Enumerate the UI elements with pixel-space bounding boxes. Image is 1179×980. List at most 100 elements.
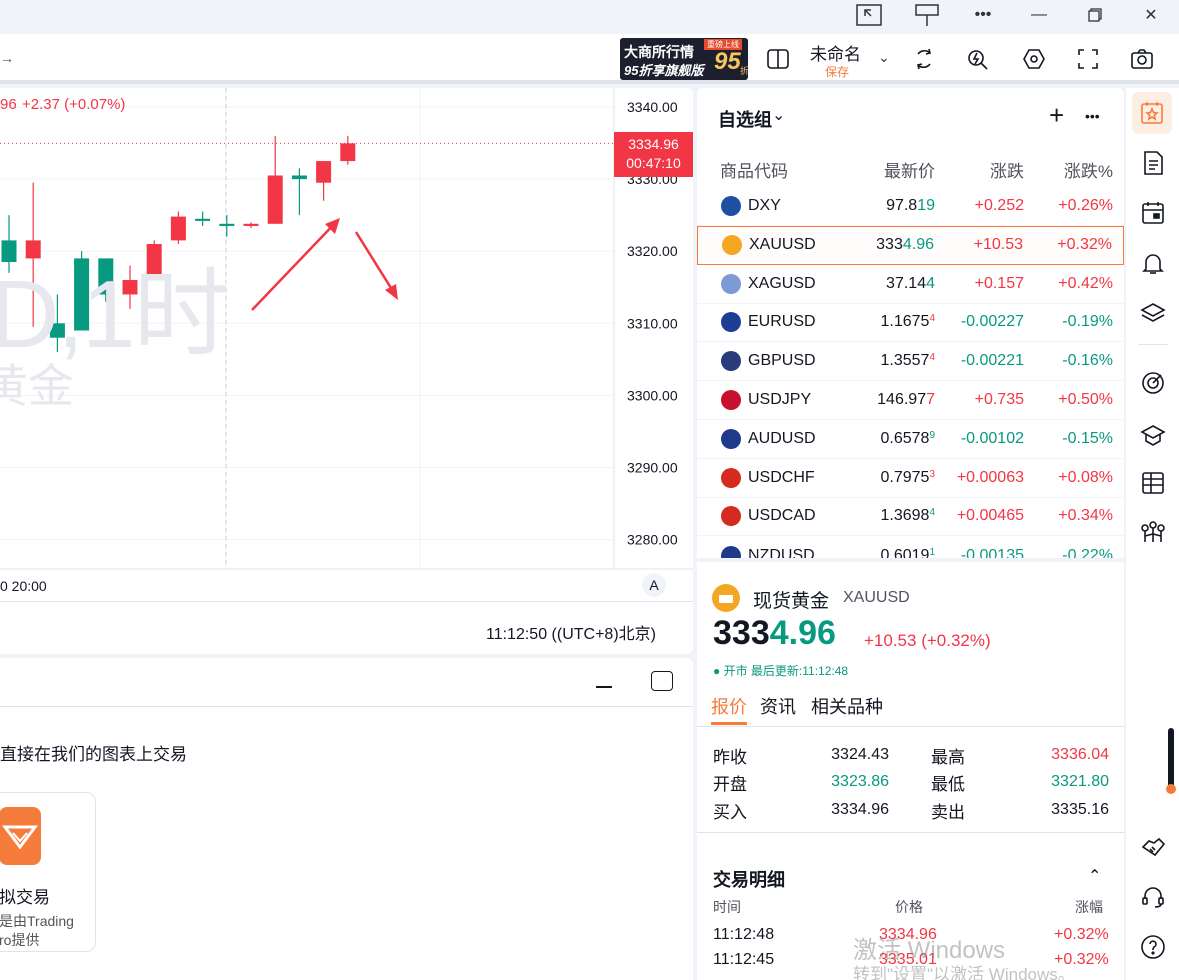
prev-close-value: 3324.43: [831, 746, 889, 763]
layers-icon[interactable]: [1126, 294, 1179, 332]
calendar-icon[interactable]: [1126, 194, 1179, 232]
trade-time: 11:12:45: [713, 951, 775, 968]
promo-banner[interactable]: 大商所行情 95折享旗舰版 重磅上线 95 折: [620, 38, 748, 80]
data-window-icon[interactable]: [1126, 464, 1179, 502]
gold-icon: [712, 584, 740, 612]
watchlist-row[interactable]: NZDUSD 0.60191 -0.00135 -0.22%: [697, 536, 1124, 558]
restore-layout-icon[interactable]: [846, 0, 892, 30]
watchlist-row[interactable]: GBPUSD 1.35574 -0.00221 -0.16%: [697, 342, 1124, 382]
symbol-detail-panel: 现货黄金 XAUUSD 3334.96 +10.53 (+0.32%) ● 开市…: [697, 562, 1124, 980]
watchlist-sidebar-button[interactable]: [1132, 92, 1172, 134]
maximize-panel-icon[interactable]: [651, 671, 673, 691]
divider: [1138, 344, 1168, 345]
support-icon[interactable]: [1126, 878, 1179, 916]
watchlist-row[interactable]: USDJPY 146.977 +0.735 +0.50%: [697, 381, 1124, 420]
watchlist-row[interactable]: USDCHF 0.79753 +0.00063 +0.08%: [697, 459, 1124, 498]
clock[interactable]: 11:12:50 ((UTC+8)北京): [486, 620, 656, 644]
minimize-panel-icon[interactable]: [596, 686, 612, 688]
add-symbol-icon[interactable]: +: [1049, 100, 1064, 131]
high-value: 3336.04: [1051, 746, 1109, 763]
more-icon[interactable]: •••: [1085, 108, 1100, 124]
target-icon[interactable]: [1126, 364, 1179, 402]
chevron-down-icon[interactable]: ⌄: [878, 49, 890, 66]
trades-header-change: 涨幅: [1075, 899, 1103, 915]
split-layout-icon[interactable]: [758, 34, 798, 84]
row-symbol: DXY: [748, 197, 781, 214]
settings-icon[interactable]: [1014, 34, 1054, 84]
tab-news[interactable]: 资讯: [760, 693, 796, 719]
row-change-pct: -0.22%: [1062, 546, 1113, 558]
pin-icon[interactable]: [904, 0, 950, 30]
flag-icon: [721, 273, 741, 294]
detail-symbol: XAUUSD: [843, 589, 910, 606]
paper-trading-logo: [0, 807, 41, 865]
maximize-icon[interactable]: [1072, 0, 1118, 30]
help-icon[interactable]: [1126, 928, 1179, 966]
row-change: +0.00063: [956, 468, 1024, 486]
tab-quote[interactable]: 报价: [711, 693, 747, 719]
auto-scale-button[interactable]: A: [642, 573, 666, 597]
chart-panel[interactable]: 3340.00 3330.00 3320.00 3310.00 3300.00 3290.…: [0, 88, 693, 654]
row-last: 1.36984: [880, 507, 936, 525]
col-header-change[interactable]: 涨跌: [990, 157, 1024, 182]
row-symbol: USDCHF: [748, 468, 815, 486]
alerts-icon[interactable]: [1126, 244, 1179, 282]
save-label[interactable]: 保存: [825, 63, 849, 80]
more-icon[interactable]: •••: [960, 0, 1006, 30]
trading-panel: 直接在我们的图表上交易 拟交易 是由Trading ro提供: [0, 658, 693, 980]
watchlist-row[interactable]: DXY 97.819 +0.252 +0.26%: [697, 187, 1124, 226]
watchlist-row[interactable]: AUDUSD 0.65789 -0.00102 -0.15%: [697, 420, 1124, 459]
card-line1: 是由Trading: [0, 913, 74, 929]
layout-name[interactable]: 未命名: [810, 40, 861, 65]
detail-name: 现货黄金: [753, 591, 830, 612]
handshake-icon[interactable]: [1126, 828, 1179, 866]
chevron-up-icon[interactable]: ⌃: [1088, 866, 1101, 886]
high-label: 最高: [931, 748, 965, 767]
trades-header-price: 价格: [895, 899, 923, 915]
watchlist-group[interactable]: 自选组: [718, 106, 772, 132]
chevron-down-icon[interactable]: ⌄: [772, 105, 785, 125]
fullscreen-icon[interactable]: [1068, 34, 1108, 84]
paper-trading-card[interactable]: 拟交易 是由Trading ro提供: [0, 792, 96, 952]
title-bar: ••• — ✕: [0, 0, 1179, 34]
col-header-change-pct[interactable]: 涨跌%: [1064, 157, 1113, 182]
education-icon[interactable]: [1126, 416, 1179, 454]
news-icon[interactable]: [1126, 144, 1179, 182]
time-axis-label: 0 20:00: [0, 578, 47, 594]
row-change-pct: +0.32%: [1057, 236, 1112, 254]
col-header-last[interactable]: 最新价: [884, 157, 935, 182]
row-change: +0.735: [974, 391, 1024, 408]
row-symbol: XAUUSD: [749, 236, 816, 254]
camera-icon[interactable]: [1122, 34, 1162, 84]
minimize-icon[interactable]: —: [1016, 0, 1062, 30]
row-last: 146.977: [877, 391, 935, 408]
network-icon[interactable]: [1126, 514, 1179, 552]
right-sidebar: [1126, 88, 1179, 980]
prev-close-label: 昨收: [713, 748, 747, 767]
row-change: +10.53: [973, 236, 1023, 254]
annotation-arrow-down: [354, 231, 398, 297]
row-last: 37.144: [886, 274, 935, 292]
watchlist-row[interactable]: EURUSD 1.16754 -0.00227 -0.19%: [697, 303, 1124, 343]
watchlist-row[interactable]: XAGUSD 37.144 +0.157 +0.42%: [697, 265, 1124, 304]
candle-body: [219, 223, 235, 226]
flag-icon: [721, 312, 741, 333]
quick-search-icon[interactable]: [958, 34, 998, 84]
row-change: +0.157: [974, 274, 1024, 292]
col-header-symbol[interactable]: 商品代码: [720, 157, 788, 182]
arrow-right-icon[interactable]: →: [0, 50, 14, 66]
bid-value: 3334.96: [831, 801, 889, 818]
row-last: 97.819: [886, 197, 935, 214]
row-last: 1.35574: [880, 352, 936, 370]
tab-related[interactable]: 相关品种: [811, 693, 883, 719]
flag-icon: [721, 467, 741, 488]
watchlist-row[interactable]: XAUUSD 3334.96 +10.53 +0.32%: [697, 225, 1124, 265]
divider: [0, 601, 693, 602]
row-last: 1.16754: [880, 313, 936, 331]
promo-line1: 大商所行情: [624, 44, 694, 60]
close-icon[interactable]: ✕: [1128, 0, 1174, 30]
row-symbol: USDJPY: [748, 391, 812, 408]
watchlist-row[interactable]: USDCAD 1.36984 +0.00465 +0.34%: [697, 497, 1124, 537]
chart-watermark-sub: 黄金: [0, 360, 74, 412]
refresh-icon[interactable]: [904, 34, 944, 84]
